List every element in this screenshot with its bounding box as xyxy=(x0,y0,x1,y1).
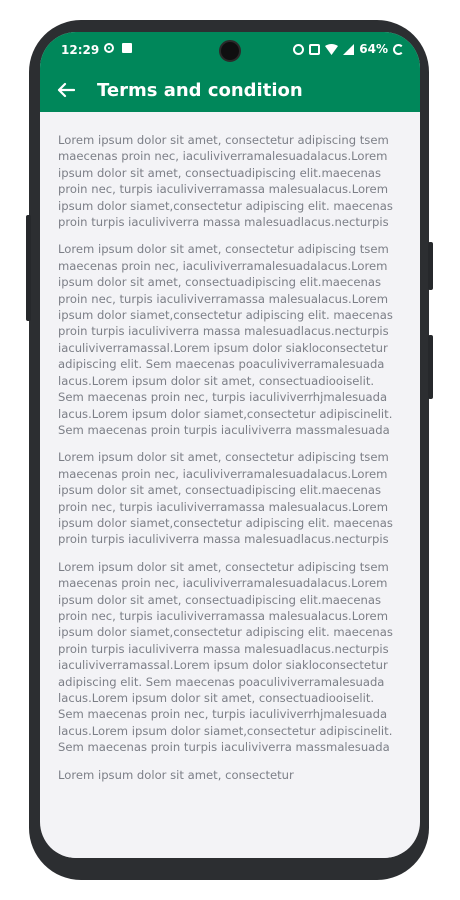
side-button-right-top xyxy=(428,242,433,290)
back-button[interactable] xyxy=(57,68,97,112)
bottom-fade xyxy=(40,834,420,858)
side-button-right-bottom xyxy=(428,335,433,399)
side-button-left xyxy=(26,215,31,321)
status-time: 12:29 xyxy=(61,43,100,57)
terms-paragraph: Lorem ipsum dolor sit amet, consectetur … xyxy=(58,450,393,547)
signal-icon xyxy=(343,43,355,55)
alarm-icon xyxy=(293,43,305,55)
record-icon xyxy=(104,43,114,53)
status-bar: 12:29 64% xyxy=(40,32,420,68)
terms-paragraph: Lorem ipsum dolor sit amet, consectetur … xyxy=(58,242,393,437)
wifi-icon xyxy=(325,43,339,55)
toolbar: Terms and condition xyxy=(40,68,420,112)
page-title: Terms and condition xyxy=(97,79,303,101)
battery-saver-icon xyxy=(393,43,404,55)
terms-paragraph: Lorem ipsum dolor sit amet, consectetur xyxy=(58,767,294,782)
status-icons: 64% xyxy=(293,42,404,56)
phone-screen: 12:29 64% Terms and condition Lorem ipsu… xyxy=(40,32,420,858)
terms-content: Lorem ipsum dolor sit amet, consectetur … xyxy=(58,132,402,794)
battery-percent: 64% xyxy=(359,42,388,56)
arrow-left-icon xyxy=(57,82,75,98)
image-icon xyxy=(122,43,132,53)
terms-paragraph: Lorem ipsum dolor sit amet, consectetur … xyxy=(58,133,393,230)
terms-paragraph: Lorem ipsum dolor sit amet, consectetur … xyxy=(58,559,393,755)
camera-cutout xyxy=(219,40,241,62)
app-header: 12:29 64% Terms and condition xyxy=(40,32,420,112)
data-saver-icon xyxy=(309,43,321,55)
